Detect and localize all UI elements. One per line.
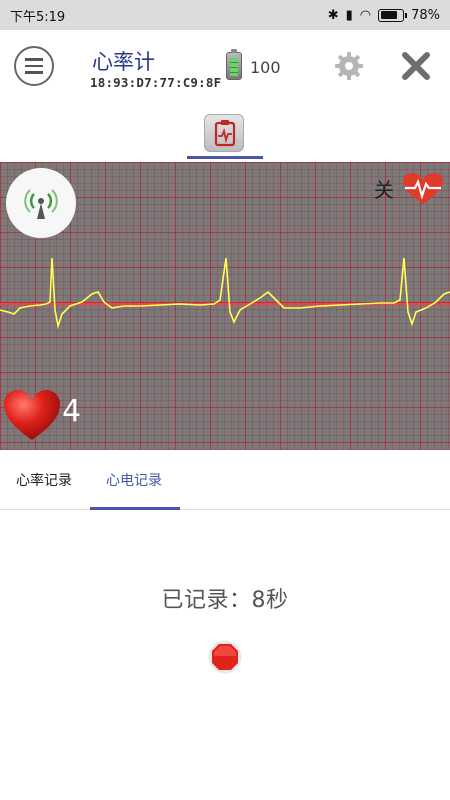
battery-icon: [378, 8, 408, 22]
settings-gear-icon[interactable]: [333, 50, 365, 82]
heart-pulse-icon[interactable]: [402, 172, 444, 206]
view-tab-row: [0, 106, 450, 162]
heart-rate-value: 4: [62, 394, 82, 429]
battery-percent: 78%: [411, 7, 440, 23]
status-icons: ✱ ▮ ◠ 78%: [328, 8, 440, 23]
monitor-toggle-label[interactable]: 关: [374, 174, 394, 203]
app-bar: 心率计 18:93:D7:77:C9:8F 100: [0, 30, 450, 106]
menu-line: [25, 58, 43, 61]
device-mac-address: 18:93:D7:77:C9:8F: [90, 75, 222, 90]
antenna-icon: [24, 189, 58, 219]
status-time: 下午5:19: [10, 9, 66, 25]
heart-rate-heart-icon: [4, 390, 60, 440]
device-battery-icon: [226, 49, 242, 80]
view-tab-indicator: [187, 156, 263, 159]
bluetooth-icon: ✱: [327, 7, 339, 23]
wifi-icon: ◠: [359, 7, 372, 23]
device-battery-value: 100: [250, 58, 281, 77]
ecg-monitor: 关 4: [0, 162, 450, 450]
clipboard-ecg-icon: [214, 120, 236, 147]
stop-record-button[interactable]: [208, 640, 242, 674]
menu-line: [25, 64, 43, 68]
close-icon[interactable]: [400, 50, 432, 82]
menu-button[interactable]: [14, 46, 54, 86]
menu-line: [25, 71, 43, 74]
app-title: 心率计: [92, 50, 155, 74]
tab-ecg-record[interactable]: 心电记录: [106, 470, 162, 490]
recorded-duration: 已记录：8秒: [161, 588, 289, 613]
status-bar: 下午5:19 ✱ ▮ ◠ 78%: [0, 0, 450, 30]
signal-icon: ▮: [345, 7, 353, 23]
tab-heart-rate-record[interactable]: 心率记录: [16, 470, 72, 490]
active-tab-indicator: [90, 507, 180, 510]
connection-toggle-button[interactable]: [6, 168, 76, 238]
record-tabs: 心率记录 心电记录: [0, 450, 450, 510]
ecg-record-tab-icon[interactable]: [204, 114, 244, 152]
